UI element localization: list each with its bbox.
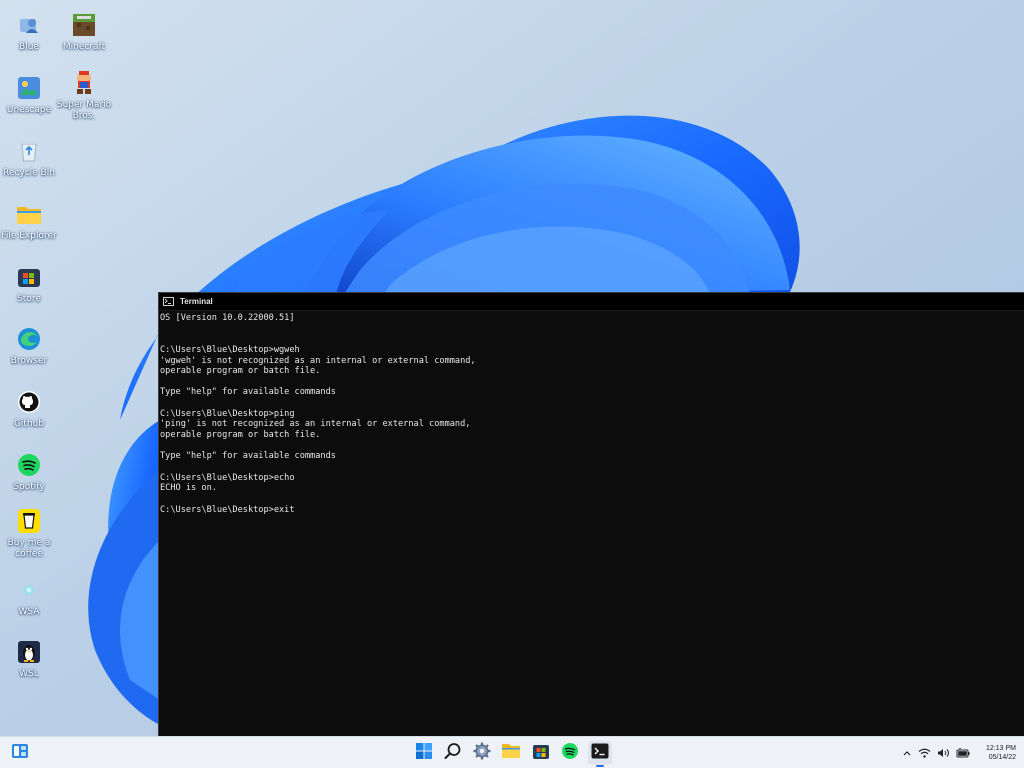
linux-penguin-icon [16, 639, 42, 665]
desktop-icon-store[interactable]: Store [0, 264, 58, 305]
desktop-icon-unescape[interactable]: Unescape [0, 75, 58, 116]
desktop-icon-label: Recycle Bin [3, 168, 55, 178]
desktop-icon-label: Blue [19, 42, 39, 52]
terminal-title: Terminal [180, 297, 213, 306]
terminal-icon [591, 743, 609, 763]
desktop-icon-label: Spotify [13, 482, 45, 492]
start-button[interactable] [412, 741, 436, 765]
settings-icon [473, 742, 491, 764]
spotify-icon [16, 452, 42, 478]
store-icon [532, 742, 550, 764]
console-line: Type "help" for available commands [160, 451, 336, 462]
widgets-icon [11, 742, 29, 764]
console-line: C:\Users\Blue\Desktop>exit [160, 504, 295, 515]
wifi-icon[interactable] [918, 748, 931, 758]
file-explorer-icon [501, 743, 521, 763]
console-line: ECHO is on. [160, 483, 217, 494]
desktop-icon-label: WSL [19, 669, 39, 679]
github-icon [16, 389, 42, 415]
battery-icon[interactable] [956, 748, 970, 758]
desktop-icon-label: Github [13, 419, 45, 429]
terminal-icon [163, 297, 174, 306]
desktop-icon-label: Store [17, 294, 41, 304]
console-line: 'wgweh' is not recognized as an internal… [160, 355, 476, 366]
console-line: Type "help" for available commands [160, 387, 336, 398]
chevron-up-icon[interactable] [902, 749, 912, 757]
console-line: operable program or batch file. [160, 430, 321, 441]
desktop-icon-super-mario[interactable]: Super Mario Bros. [55, 70, 113, 122]
terminal-taskbar-button[interactable] [588, 741, 612, 767]
volume-icon[interactable] [937, 748, 950, 758]
terminal-window[interactable]: Terminal OS [Version 10.0.22000.51] C:\Us… [158, 292, 1024, 736]
desktop-icon-label: Buy me a coffee [7, 538, 51, 559]
unescape-icon [16, 75, 42, 101]
wsa-icon [16, 577, 42, 603]
start-icon [415, 742, 433, 764]
file-explorer-button[interactable] [499, 741, 523, 765]
desktop-icon-label: Super Mario Bros. [56, 100, 112, 121]
system-tray: 12:13 PM 05/14/22 [902, 737, 1016, 768]
search-icon [444, 742, 462, 764]
edge-browser-icon [16, 326, 42, 352]
clock-date: 05/14/22 [988, 754, 1016, 761]
store-button[interactable] [529, 741, 553, 765]
desktop-icon-label: File Explorer [1, 231, 57, 241]
console-line: C:\Users\Blue\Desktop>echo [160, 472, 295, 483]
desktop-icon-browser[interactable]: Browser [0, 326, 58, 367]
desktop-icon-label: WSA [18, 607, 40, 617]
settings-button[interactable] [470, 741, 494, 765]
desktop-icon-label: Browser [10, 356, 48, 366]
console-line: C:\Users\Blue\Desktop>wgweh [160, 344, 300, 355]
desktop-icon-recycle-bin[interactable]: Recycle Bin [0, 138, 58, 179]
recycle-bin-icon [16, 138, 42, 164]
store-icon [16, 264, 42, 290]
spotify-icon [561, 742, 579, 764]
clock-time: 12:13 PM [986, 745, 1016, 752]
desktop-icon-wsa[interactable]: WSA [0, 577, 58, 618]
desktop-icon-label: Unescape [6, 105, 52, 115]
widgets-button[interactable] [8, 741, 32, 765]
minecraft-icon [71, 12, 97, 38]
desktop-icon-github[interactable]: Github [0, 389, 58, 430]
folder-icon [16, 201, 42, 227]
terminal-console-output[interactable]: OS [Version 10.0.22000.51] C:\Users\Blue\… [159, 311, 1024, 515]
user-folder-icon [16, 12, 42, 38]
desktop-icon-label: Minecraft [62, 42, 106, 52]
desktop-icon-blue[interactable]: Blue [0, 12, 58, 53]
desktop-icon-buy-me-a-coffee[interactable]: Buy me a coffee [0, 508, 58, 560]
desktop-icon-spotify[interactable]: Spotify [0, 452, 58, 493]
console-line: operable program or batch file. [160, 366, 321, 377]
coffee-icon [16, 508, 42, 534]
console-line: 'ping' is not recognized as an internal … [160, 419, 471, 430]
mario-icon [71, 70, 97, 96]
desktop-icon-minecraft[interactable]: Minecraft [55, 12, 113, 53]
desktop-icon-file-explorer[interactable]: File Explorer [0, 201, 58, 242]
desktop-icon-wsl[interactable]: WSL [0, 639, 58, 680]
console-line: OS [Version 10.0.22000.51] [160, 313, 295, 323]
terminal-titlebar[interactable]: Terminal [159, 293, 1024, 311]
search-button[interactable] [441, 741, 465, 765]
taskbar-clock[interactable]: 12:13 PM 05/14/22 [986, 744, 1016, 762]
spotify-button[interactable] [558, 741, 582, 765]
taskbar: 12:13 PM 05/14/22 [0, 736, 1024, 768]
console-line: C:\Users\Blue\Desktop>ping [160, 408, 295, 419]
